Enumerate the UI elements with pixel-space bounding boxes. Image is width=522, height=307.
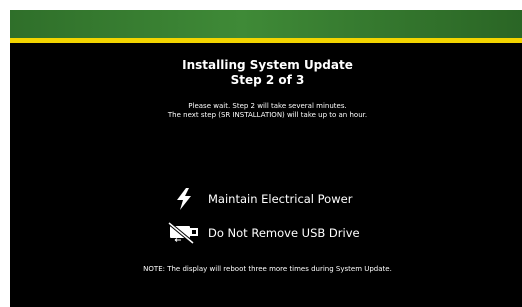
header-stripe: [10, 38, 522, 43]
reboot-note: NOTE: The display will reboot three more…: [143, 265, 392, 273]
warning-usb: Do Not Remove USB Drive: [166, 222, 360, 244]
no-usb-drive-icon: [166, 222, 202, 244]
update-screen: Installing System Update Step 2 of 3 Ple…: [10, 10, 522, 307]
warning-usb-label: Do Not Remove USB Drive: [208, 226, 360, 240]
header-bar: [10, 10, 522, 38]
lightning-bolt-icon: [166, 188, 202, 210]
info-line-2: The next step (SR INSTALLATION) will tak…: [167, 111, 368, 119]
warning-power-label: Maintain Electrical Power: [208, 192, 353, 206]
step-indicator: Step 2 of 3: [230, 73, 305, 87]
info-line-1: Please wait. Step 2 will take several mi…: [188, 102, 347, 110]
page-title: Installing System Update: [182, 58, 353, 72]
warning-power: Maintain Electrical Power: [166, 188, 352, 210]
